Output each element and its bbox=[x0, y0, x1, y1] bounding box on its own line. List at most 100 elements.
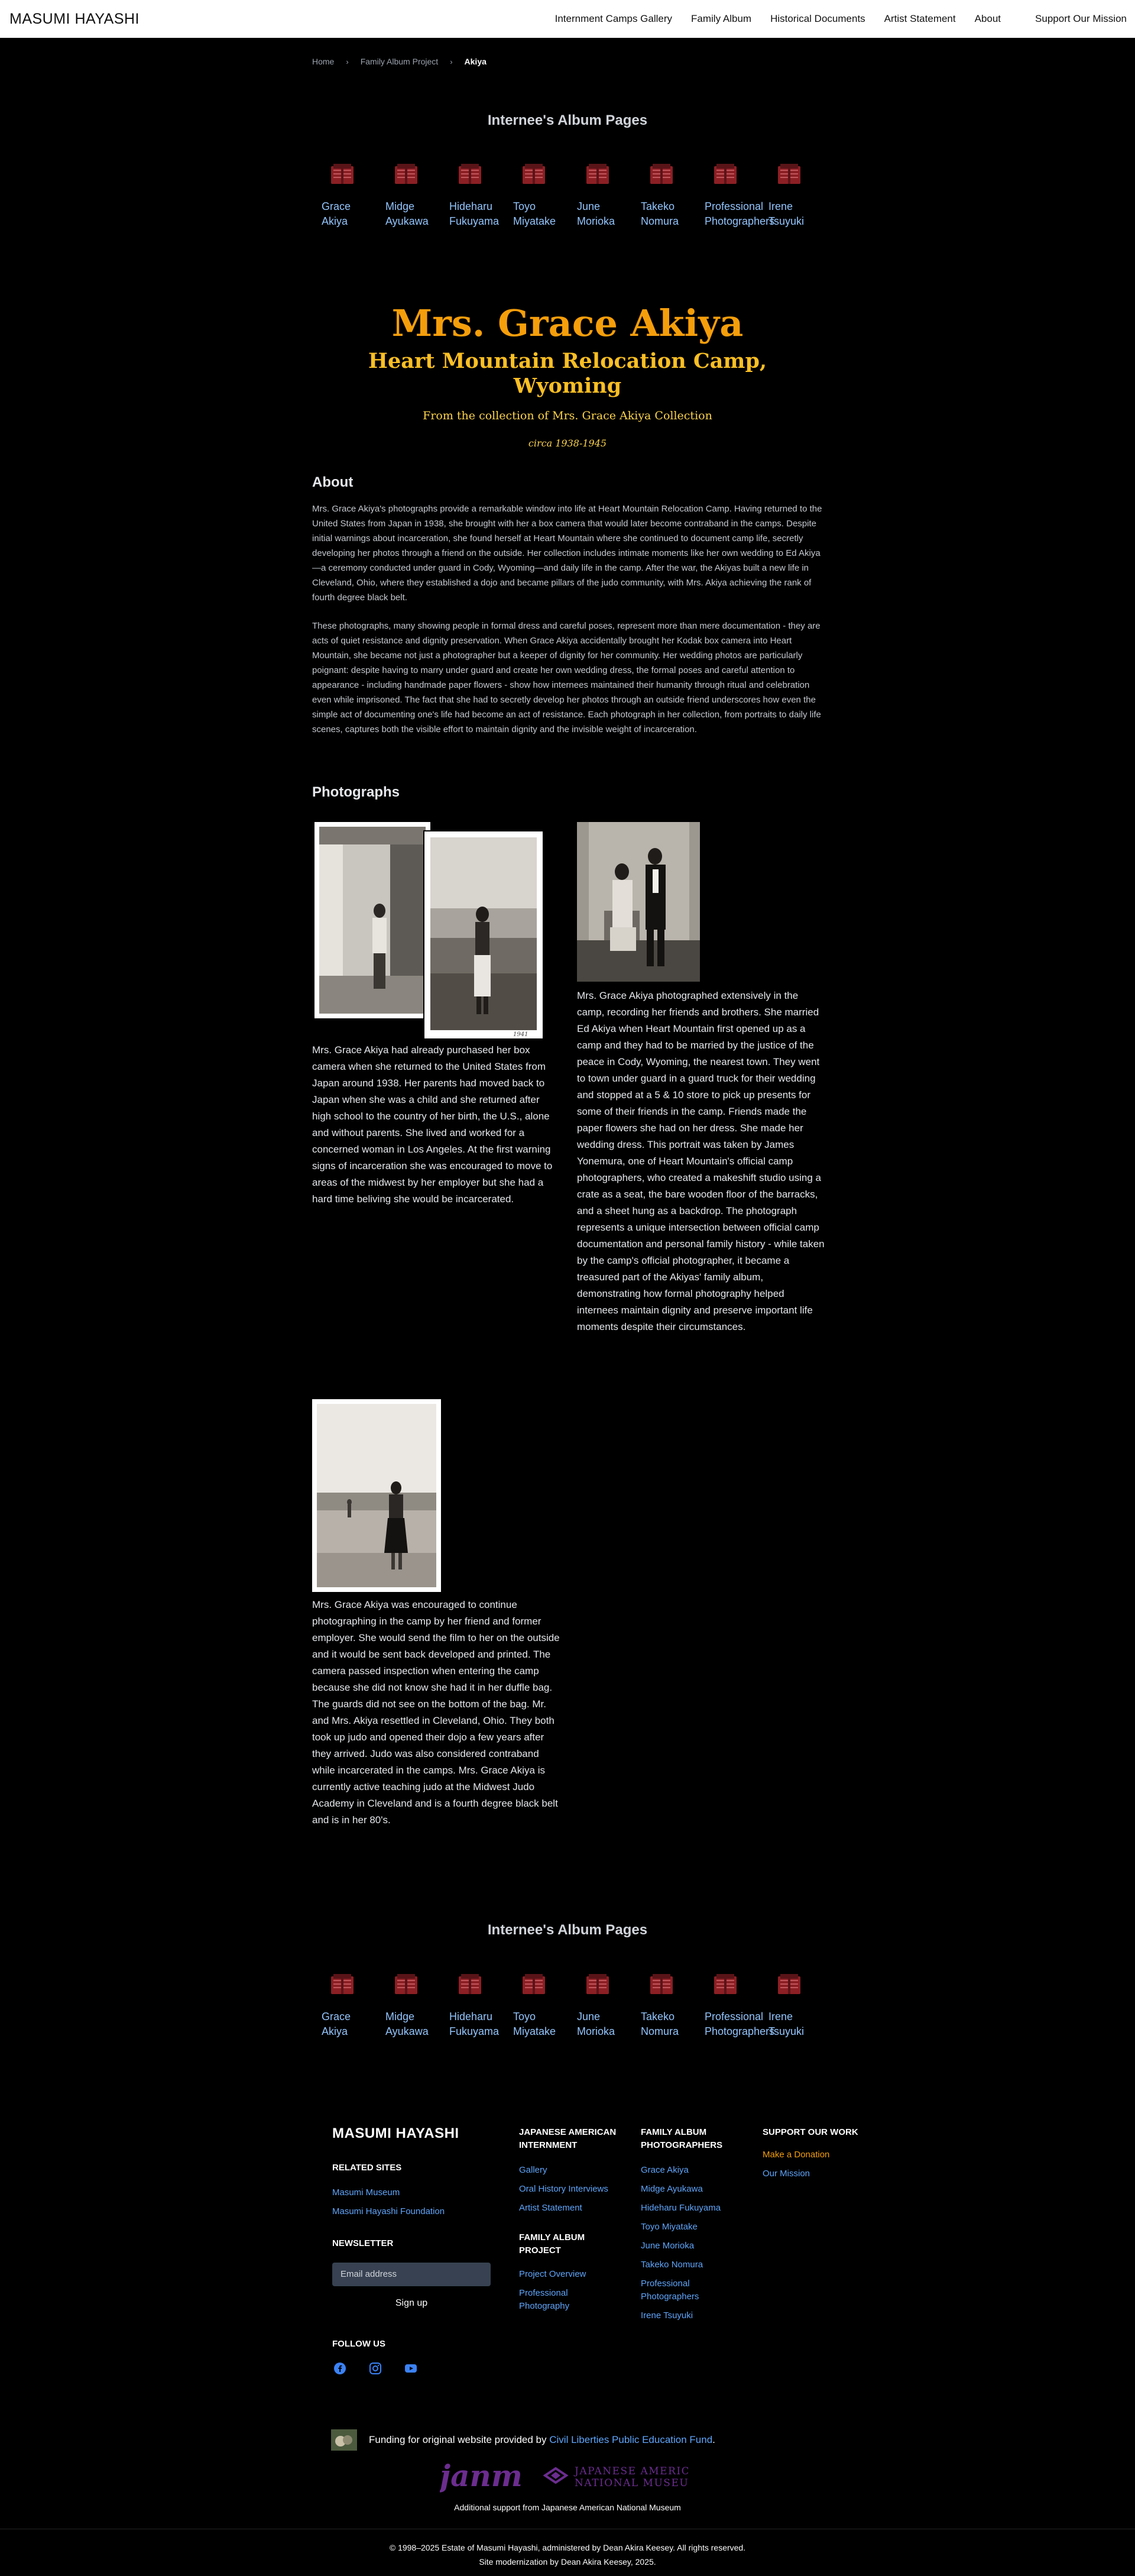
album-link-5[interactable]: Takeko Nomura bbox=[638, 163, 702, 234]
nav-artist-statement[interactable]: Artist Statement bbox=[884, 13, 956, 25]
follow-us-heading: FOLLOW US bbox=[332, 2339, 385, 2349]
link-takeko-nomura[interactable]: Takeko Nomura bbox=[641, 2259, 703, 2271]
link-irene-tsuyuki[interactable]: Irene Tsuyuki bbox=[641, 2310, 693, 2322]
link-masumi-museum[interactable]: Masumi Museum bbox=[332, 2187, 400, 2199]
album-link-2[interactable]: Hideharu Fukuyama bbox=[447, 163, 511, 234]
link-artist-statement[interactable]: Artist Statement bbox=[519, 2202, 582, 2214]
album-link-label: June Morioka bbox=[577, 199, 615, 229]
link-our-mission[interactable]: Our Mission bbox=[763, 2168, 810, 2180]
album-link-label: Midge Ayukawa bbox=[385, 2009, 429, 2039]
album-link-label: Irene Tsuyuki bbox=[768, 199, 804, 229]
date-range: circa 1938-1945 bbox=[528, 438, 607, 449]
album-label-line2: Morioka bbox=[577, 2025, 615, 2037]
svg-text:1941: 1941 bbox=[513, 1031, 528, 1038]
photo-woman-outdoors[interactable] bbox=[312, 1399, 441, 1592]
photo-album-icon bbox=[395, 164, 417, 184]
youtube-icon[interactable] bbox=[404, 2362, 419, 2376]
album-pages-title: Internee's Album Pages bbox=[487, 112, 648, 128]
copyright: © 1998–2025 Estate of Masumi Hayashi, ad… bbox=[0, 2541, 1135, 2569]
album-link-4[interactable]: June Morioka bbox=[575, 1973, 638, 2044]
nav-support-button[interactable]: Support Our Mission bbox=[1035, 13, 1127, 25]
link-professional-photographers-line2[interactable]: Photographers bbox=[641, 2291, 699, 2303]
nav-historical-documents[interactable]: Historical Documents bbox=[770, 13, 865, 25]
photo-portrait-by-wall[interactable] bbox=[314, 822, 430, 1018]
chevron-right-icon: › bbox=[346, 57, 349, 66]
link-professional-photography-line1[interactable]: Professional bbox=[519, 2287, 568, 2299]
photo-woman-in-desert[interactable]: 1941 bbox=[423, 830, 544, 1040]
album-link-label: June Morioka bbox=[577, 2009, 615, 2039]
album-link-0[interactable]: Grace Akiya bbox=[319, 163, 383, 234]
album-link-label: Irene Tsuyuki bbox=[768, 2009, 804, 2039]
album-label-line1: June bbox=[577, 200, 601, 212]
page-title: Mrs. Grace Akiya bbox=[391, 302, 744, 345]
newsletter-email-input[interactable]: Email address bbox=[332, 2263, 491, 2286]
album-link-2[interactable]: Hideharu Fukuyama bbox=[447, 1973, 511, 2044]
breadcrumb-home[interactable]: Home bbox=[312, 57, 334, 66]
album-link-5[interactable]: Takeko Nomura bbox=[638, 1973, 702, 2044]
album-link-6[interactable]: Professional Photographers bbox=[702, 163, 774, 234]
photo-album-icon bbox=[586, 1974, 609, 1994]
album-label-line1: Professional bbox=[705, 200, 764, 212]
album-label-line1: Toyo bbox=[513, 2011, 536, 2022]
janm-name-line1: JAPANESE AMERICAN bbox=[573, 2465, 688, 2477]
chevron-right-icon: › bbox=[450, 57, 453, 66]
link-hideharu-fukuyama[interactable]: Hideharu Fukuyama bbox=[641, 2202, 721, 2214]
link-make-donation[interactable]: Make a Donation bbox=[763, 2149, 829, 2161]
photo-wedding-portrait[interactable] bbox=[577, 822, 700, 982]
album-link-1[interactable]: Midge Ayukawa bbox=[383, 163, 447, 234]
photo-caption-1: Mrs. Grace Akiya had already purchased h… bbox=[312, 1044, 553, 1205]
album-link-0[interactable]: Grace Akiya bbox=[319, 1973, 383, 2044]
album-pages-nav: Grace Akiya Midge Ayukawa Hideharu Fukuyama To… bbox=[319, 163, 830, 234]
project-heading-line1: FAMILY ALBUM bbox=[519, 2232, 585, 2242]
photographs-heading: Photographs bbox=[312, 784, 400, 800]
album-link-4[interactable]: June Morioka bbox=[575, 163, 638, 234]
link-masumi-hayashi-foundation[interactable]: Masumi Hayashi Foundation bbox=[332, 2206, 445, 2218]
instagram-icon[interactable] bbox=[369, 2362, 383, 2376]
breadcrumb-family-album-project[interactable]: Family Album Project bbox=[361, 57, 438, 66]
album-label-line2: Nomura bbox=[641, 2025, 679, 2037]
link-midge-ayukawa[interactable]: Midge Ayukawa bbox=[641, 2183, 703, 2195]
nav-internment-camps-gallery[interactable]: Internment Camps Gallery bbox=[555, 13, 672, 25]
link-june-morioka[interactable]: June Morioka bbox=[641, 2240, 694, 2252]
album-link-label: Hideharu Fukuyama bbox=[449, 199, 499, 229]
internment-heading-line1: JAPANESE AMERICAN bbox=[519, 2127, 617, 2137]
album-label-line2: Miyatake bbox=[513, 215, 556, 227]
album-link-3[interactable]: Toyo Miyatake bbox=[511, 1973, 575, 2044]
link-clpef[interactable]: Civil Liberties Public Education Fund bbox=[549, 2434, 712, 2446]
link-professional-photography-line2[interactable]: Photography bbox=[519, 2300, 569, 2312]
album-label-line2: Fukuyama bbox=[449, 215, 500, 227]
album-label-line1: Takeko bbox=[641, 2011, 675, 2022]
album-link-6[interactable]: Professional Photographers bbox=[702, 1973, 774, 2044]
facebook-icon[interactable] bbox=[333, 2362, 348, 2376]
main-nav: Internment Camps Gallery Family Album Hi… bbox=[555, 13, 1127, 25]
related-sites-heading: RELATED SITES bbox=[332, 2163, 402, 2173]
newsletter-signup-button[interactable]: Sign up bbox=[332, 2298, 491, 2309]
album-link-label: Takeko Nomura bbox=[641, 2009, 679, 2039]
site-brand[interactable]: MASUMI HAYASHI bbox=[9, 11, 140, 28]
album-link-label: Toyo Miyatake bbox=[513, 199, 556, 229]
clpef-logo-icon bbox=[331, 2429, 357, 2451]
link-professional-photographers-line1[interactable]: Professional bbox=[641, 2278, 690, 2290]
nav-family-album[interactable]: Family Album bbox=[691, 13, 751, 25]
funding-credit: Funding for original website provided by… bbox=[331, 2429, 715, 2451]
breadcrumb: Home › Family Album Project › Akiya bbox=[312, 57, 487, 66]
link-project-overview[interactable]: Project Overview bbox=[519, 2268, 586, 2280]
link-oral-history[interactable]: Oral History Interviews bbox=[519, 2183, 608, 2195]
album-link-7[interactable]: Irene Tsuyuki bbox=[766, 1973, 830, 2044]
album-label-line1: Midge bbox=[385, 2011, 415, 2022]
footer-brand[interactable]: MASUMI HAYASHI bbox=[332, 2125, 459, 2142]
photographers-heading-line2: PHOTOGRAPHERS bbox=[641, 2140, 723, 2150]
nav-about[interactable]: About bbox=[975, 13, 1001, 25]
album-link-3[interactable]: Toyo Miyatake bbox=[511, 163, 575, 234]
link-toyo-miyatake[interactable]: Toyo Miyatake bbox=[641, 2221, 698, 2233]
link-grace-akiya[interactable]: Grace Akiya bbox=[641, 2164, 689, 2176]
album-link-label: Midge Ayukawa bbox=[385, 199, 429, 229]
album-link-7[interactable]: Irene Tsuyuki bbox=[766, 163, 830, 234]
link-gallery[interactable]: Gallery bbox=[519, 2164, 547, 2176]
janm-logo[interactable]: janm JAPANESE AMERICAN NATIONAL MUSEUM bbox=[434, 2458, 707, 2497]
support-heading: SUPPORT OUR WORK bbox=[763, 2127, 858, 2137]
album-label-line1: Grace bbox=[322, 2011, 351, 2022]
breadcrumb-current: Akiya bbox=[464, 57, 487, 66]
album-link-1[interactable]: Midge Ayukawa bbox=[383, 1973, 447, 2044]
album-label-line1: Takeko bbox=[641, 200, 675, 212]
